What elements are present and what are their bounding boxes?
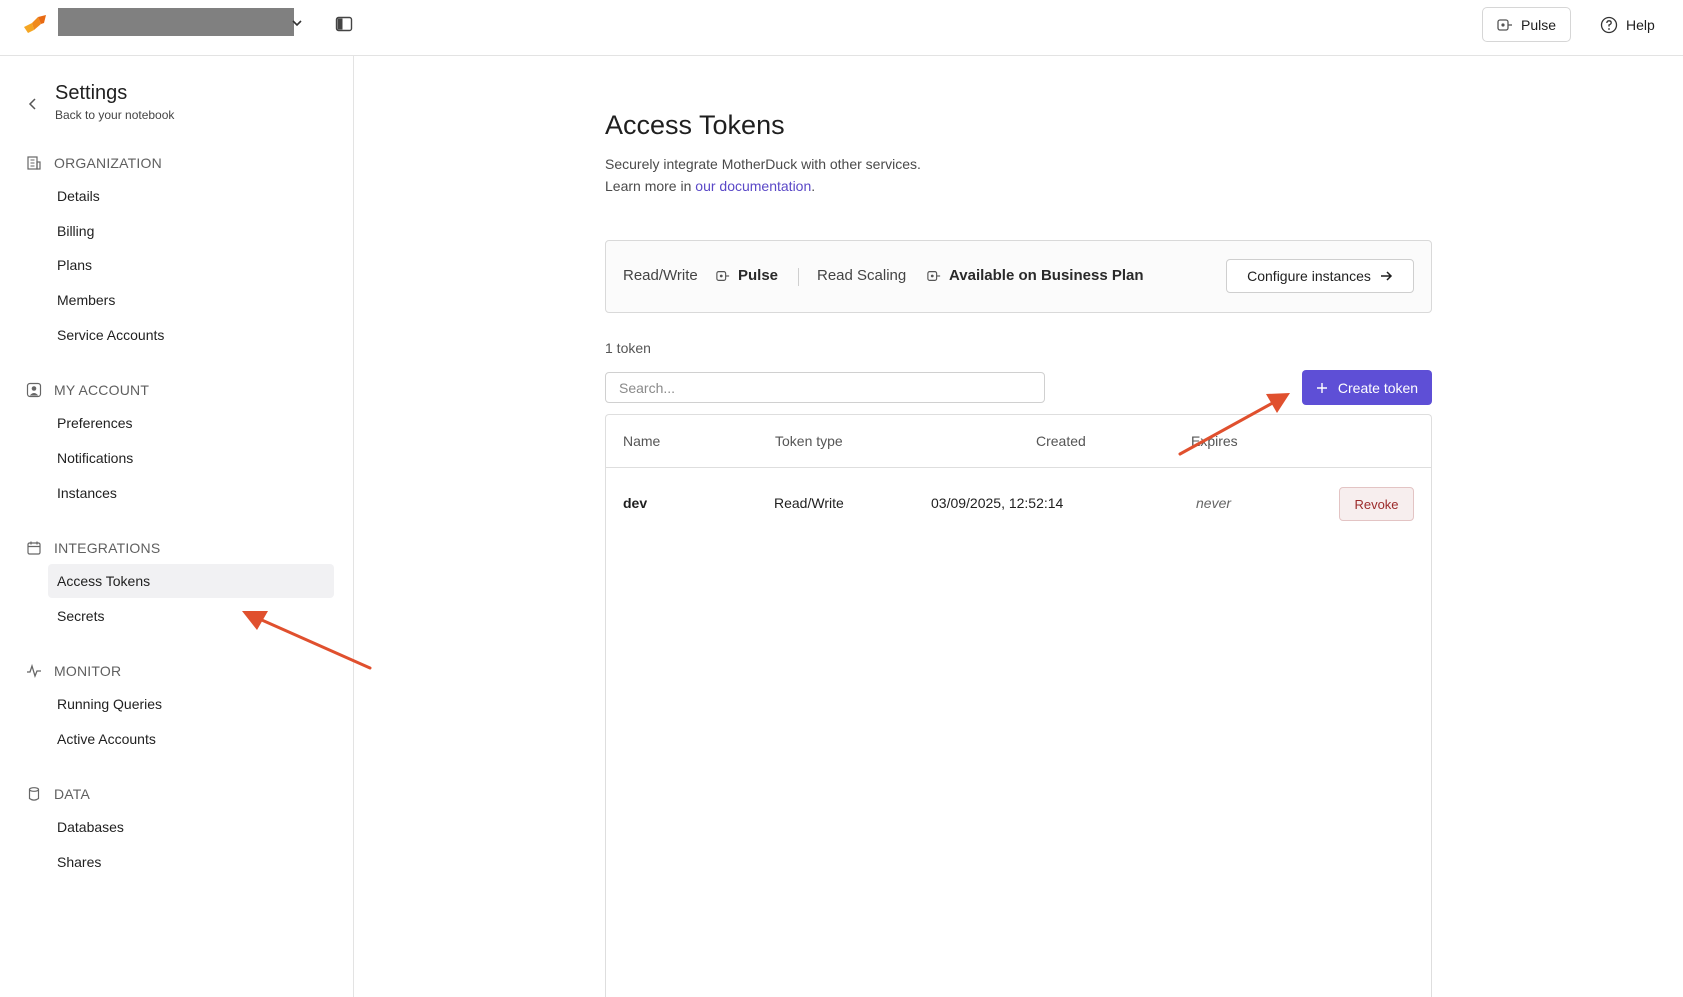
search-input[interactable]: [605, 372, 1045, 403]
create-token-button[interactable]: Create token: [1302, 370, 1432, 405]
sidebar-item-label: Secrets: [57, 608, 105, 624]
read-scaling-label: Read Scaling: [817, 267, 907, 284]
sidebar-item-label: Service Accounts: [57, 327, 165, 343]
divider: [798, 268, 799, 286]
section-organization: ORGANIZATION: [26, 152, 162, 174]
sidebar-item-members[interactable]: Members: [48, 283, 334, 317]
arrow-right-icon: [1380, 271, 1392, 281]
sidebar-item-label: Databases: [57, 819, 124, 835]
instance-pulse-button[interactable]: Pulse: [1482, 7, 1571, 42]
section-my-account-heading: MY ACCOUNT: [54, 382, 150, 398]
description-line-1: Securely integrate MotherDuck with other…: [605, 156, 921, 172]
section-data: DATA: [26, 783, 90, 805]
database-icon: [28, 787, 40, 801]
configure-instances-button[interactable]: Configure instances: [1226, 259, 1414, 293]
instances-summary-card: Read/Write Pulse Read Scaling Available …: [605, 240, 1432, 313]
section-integrations: INTEGRATIONS: [26, 537, 160, 559]
token-expires: never: [1196, 495, 1232, 511]
instance-icon: [1497, 18, 1512, 31]
sidebar-item-secrets[interactable]: Secrets: [48, 599, 334, 633]
sidebar-item-databases[interactable]: Databases: [48, 810, 334, 844]
sidebar-item-notifications[interactable]: Notifications: [48, 441, 334, 475]
sidebar-item-preferences[interactable]: Preferences: [48, 406, 334, 440]
read-write-instance-name: Pulse: [738, 267, 779, 284]
section-integrations-heading: INTEGRATIONS: [54, 540, 161, 556]
description-prefix: Learn more in: [605, 178, 696, 194]
section-monitor-heading: MONITOR: [54, 663, 122, 679]
organization-selector[interactable]: [58, 8, 294, 36]
page-title: Access Tokens: [605, 110, 785, 140]
sidebar-item-service-accounts[interactable]: Service Accounts: [48, 318, 334, 352]
token-count: 1 token: [605, 340, 651, 356]
instance-icon: [927, 270, 941, 281]
building-icon: [27, 156, 41, 170]
sidebar-item-label: Notifications: [57, 450, 134, 466]
sidebar-item-label: Plans: [57, 257, 93, 273]
documentation-link[interactable]: our documentation: [695, 178, 811, 194]
section-data-heading: DATA: [54, 786, 91, 802]
column-header-token-type[interactable]: Token type: [775, 433, 843, 449]
page-description: Securely integrate MotherDuck with other…: [605, 153, 921, 197]
chevron-left-icon[interactable]: [26, 96, 40, 112]
sidebar-item-running-queries[interactable]: Running Queries: [48, 687, 334, 721]
sidebar-item-label: Shares: [57, 854, 102, 870]
tokens-table: Name Token type Created Expires dev Read…: [605, 414, 1432, 997]
plus-icon: [1316, 382, 1327, 393]
token-name: dev: [623, 495, 648, 511]
sidebar-toggle-icon[interactable]: [335, 16, 353, 32]
configure-instances-label: Configure instances: [1247, 268, 1371, 284]
token-created: 03/09/2025, 12:52:14: [931, 495, 1064, 511]
read-write-value: Pulse: [716, 267, 778, 284]
sidebar-item-details[interactable]: Details: [48, 179, 334, 213]
section-monitor: MONITOR: [26, 660, 121, 682]
sidebar-item-label: Running Queries: [57, 696, 163, 712]
description-line-2: Learn more in our documentation.: [605, 175, 921, 197]
column-header-name[interactable]: Name: [623, 433, 660, 449]
sidebar-item-access-tokens[interactable]: Access Tokens: [48, 564, 334, 598]
section-organization-heading: ORGANIZATION: [54, 155, 162, 171]
sidebar-item-label: Instances: [57, 485, 117, 501]
create-token-label: Create token: [1337, 379, 1419, 396]
revoke-button[interactable]: Revoke: [1339, 487, 1414, 521]
read-scaling-value: Available on Business Plan: [927, 267, 1144, 284]
column-header-expires[interactable]: Expires: [1191, 433, 1238, 449]
settings-title: Settings: [55, 82, 128, 104]
column-header-created[interactable]: Created: [1036, 433, 1086, 449]
help-button[interactable]: Help: [1600, 7, 1664, 42]
chevron-down-icon[interactable]: [290, 16, 304, 30]
sidebar-item-label: Members: [57, 292, 116, 308]
sidebar-item-label: Billing: [57, 223, 95, 239]
pulse-button-label: Pulse: [1520, 16, 1557, 33]
sidebar-item-active-accounts[interactable]: Active Accounts: [48, 722, 334, 756]
token-type: Read/Write: [774, 495, 844, 511]
top-bar: Pulse Help: [0, 0, 1683, 56]
instance-icon: [716, 270, 730, 281]
sidebar-item-label: Preferences: [57, 415, 133, 431]
sidebar-item-label: Access Tokens: [57, 573, 151, 589]
sidebar-item-billing[interactable]: Billing: [48, 214, 334, 248]
motherduck-logo-icon[interactable]: [22, 14, 50, 36]
user-square-icon: [26, 382, 42, 398]
help-circle-icon: [1600, 16, 1618, 33]
settings-sidebar: Settings Back to your notebook ORGANIZAT…: [0, 56, 354, 997]
sidebar-item-label: Details: [57, 188, 100, 204]
calendar-icon: [27, 541, 41, 555]
sidebar-item-plans[interactable]: Plans: [48, 248, 334, 282]
sidebar-item-shares[interactable]: Shares: [48, 845, 334, 879]
read-scaling-status: Available on Business Plan: [949, 267, 1144, 284]
section-my-account: MY ACCOUNT: [26, 379, 149, 401]
sidebar-item-label: Active Accounts: [57, 731, 156, 747]
sidebar-item-instances[interactable]: Instances: [48, 476, 334, 510]
table-header-row: Name Token type Created Expires: [606, 415, 1431, 468]
back-to-notebook-link[interactable]: Back to your notebook: [55, 108, 174, 122]
description-suffix: .: [811, 178, 816, 194]
read-write-label: Read/Write: [623, 267, 698, 284]
activity-icon: [27, 663, 41, 678]
help-button-label: Help: [1626, 16, 1655, 33]
